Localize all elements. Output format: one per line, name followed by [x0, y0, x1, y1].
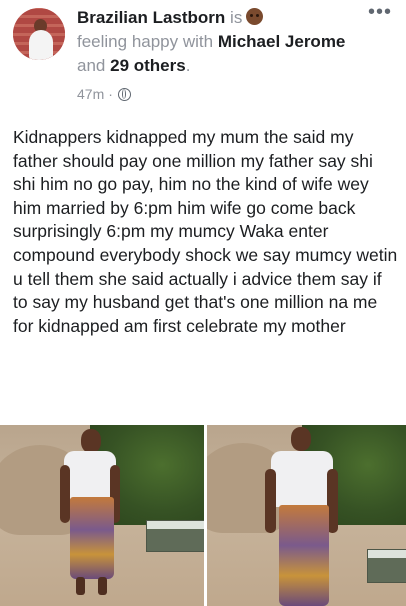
post-text: Kidnappers kidnapped my mum the said my … — [13, 127, 398, 336]
photo-slab — [146, 520, 204, 552]
period: . — [185, 56, 191, 75]
post-photo-1[interactable] — [0, 425, 204, 606]
tagged-friend[interactable]: Michael Jerome — [218, 32, 346, 51]
and-word: and — [77, 56, 106, 75]
post-header: Brazilian Lastborn is feeling happy with… — [0, 0, 406, 110]
tagged-others[interactable]: 29 others — [110, 56, 186, 75]
emoji-icon — [246, 8, 264, 25]
is-word: is — [230, 8, 243, 27]
status-line: Brazilian Lastborn is feeling happy with… — [77, 6, 377, 78]
photo-slab — [367, 549, 406, 583]
photo-person — [265, 425, 345, 606]
post-photo-2[interactable] — [207, 425, 406, 606]
globe-icon[interactable] — [117, 87, 131, 101]
author-name[interactable]: Brazilian Lastborn — [77, 8, 225, 27]
post-meta: 47m · — [77, 86, 131, 102]
avatar-figure — [29, 30, 53, 60]
avatar[interactable] — [13, 8, 65, 60]
timestamp[interactable]: 47m — [77, 86, 104, 102]
feeling-text: feeling happy with — [77, 32, 214, 51]
photo-person — [58, 425, 128, 606]
more-horizontal-icon[interactable]: ••• — [368, 2, 392, 22]
meta-separator: · — [108, 86, 113, 102]
